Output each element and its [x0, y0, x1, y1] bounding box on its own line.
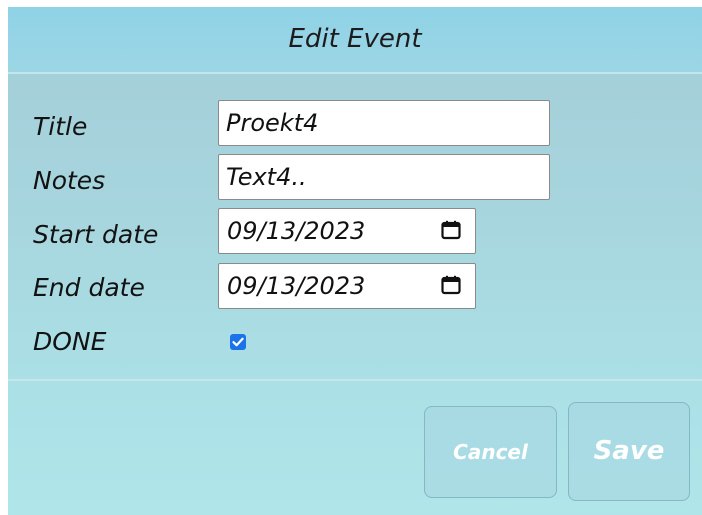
title-label: Title	[33, 112, 88, 141]
done-checkbox[interactable]	[230, 334, 246, 350]
title-input[interactable]: Proekt4	[218, 100, 550, 146]
dialog-title: Edit Event	[288, 24, 422, 54]
end-date-value: 09/13/2023	[227, 272, 366, 300]
footer-divider	[8, 379, 702, 381]
start-date-value: 09/13/2023	[227, 217, 366, 245]
start-date-input[interactable]: 09/13/2023	[218, 208, 476, 254]
dialog-header: Edit Event	[8, 7, 702, 74]
start-date-label: Start date	[33, 220, 159, 249]
notes-input[interactable]: Text4..	[218, 154, 550, 200]
calendar-icon[interactable]	[441, 275, 461, 295]
calendar-icon[interactable]	[441, 220, 461, 240]
notes-label: Notes	[33, 166, 106, 195]
edit-event-dialog: Edit Event Title Proekt4 Notes Text4.. S…	[8, 7, 702, 515]
cancel-button[interactable]: Cancel	[424, 406, 557, 498]
done-label: DONE	[33, 327, 107, 356]
checkmark-icon	[232, 337, 244, 347]
end-date-input[interactable]: 09/13/2023	[218, 263, 476, 309]
save-button[interactable]: Save	[568, 402, 690, 501]
end-date-label: End date	[33, 273, 145, 302]
